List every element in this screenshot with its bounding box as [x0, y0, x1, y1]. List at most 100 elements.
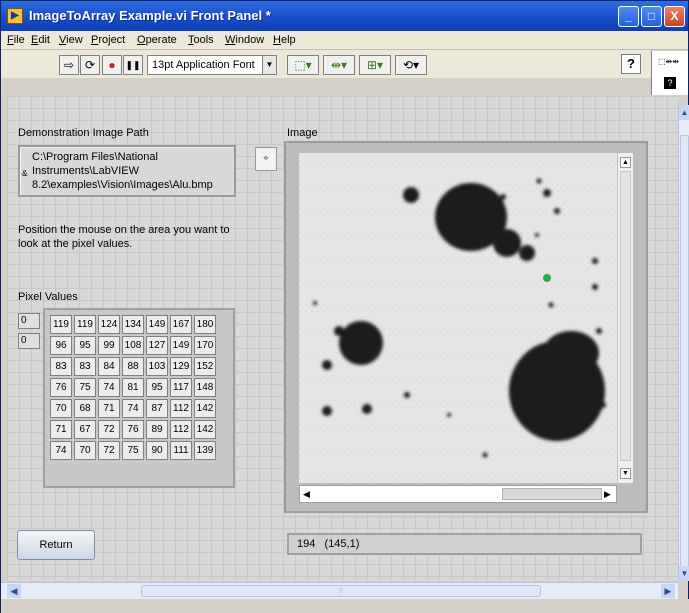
- context-help-icon[interactable]: ?: [621, 54, 641, 74]
- pixel-row: 83 83 84 88 103 129 152: [50, 357, 216, 376]
- particle: [322, 406, 332, 416]
- image-vertical-scrollbar[interactable]: ▲ ▼: [617, 153, 633, 483]
- particle: [554, 208, 560, 214]
- pixel-cell: 124: [98, 315, 120, 334]
- distribute-objects-icon[interactable]: ⇹▾: [323, 55, 355, 75]
- labview-vi-icon: ▶: [7, 8, 23, 24]
- chevron-right-icon[interactable]: ▶: [661, 584, 675, 598]
- instructions-text: Position the mouse on the area you want …: [18, 224, 230, 250]
- pixel-cell: 84: [98, 357, 120, 376]
- pixel-cell: 142: [194, 420, 216, 439]
- pixel-cell: 111: [170, 441, 192, 460]
- menu-help[interactable]: Help: [273, 34, 296, 46]
- particle-image: [299, 153, 617, 483]
- menu-window[interactable]: Window: [225, 34, 264, 46]
- connector-pane-icon: ⬚⇹⇹: [658, 57, 679, 66]
- menu-tools[interactable]: Tools: [188, 34, 214, 46]
- row-index-control[interactable]: 0: [18, 313, 40, 329]
- pixel-cell: 68: [74, 399, 96, 418]
- browse-button[interactable]: ⌖: [255, 147, 277, 171]
- status-bar: [1, 599, 689, 613]
- pixel-cell: 83: [50, 357, 72, 376]
- scroll-thumb[interactable]: ⦙⦙: [141, 585, 541, 597]
- path-type-indicator: &: [22, 169, 28, 178]
- pixel-cell: 81: [122, 378, 144, 397]
- pixel-cell: 87: [146, 399, 168, 418]
- menu-project[interactable]: Project: [91, 34, 125, 46]
- pixel-cell: 129: [170, 357, 192, 376]
- scroll-right-icon[interactable]: ▶: [604, 489, 611, 500]
- pixel-cell: 71: [98, 399, 120, 418]
- pixel-cell: 96: [50, 336, 72, 355]
- pixel-cell: 148: [194, 378, 216, 397]
- particle: [596, 328, 602, 334]
- particle: [543, 189, 551, 197]
- minimize-button[interactable]: _: [618, 6, 639, 27]
- row-index-value: 0: [21, 315, 27, 326]
- column-index-control[interactable]: 0: [18, 333, 40, 349]
- pixel-row: 96 95 99 108 127 149 170: [50, 336, 216, 355]
- run-continuously-icon[interactable]: ⟳: [80, 55, 100, 75]
- window-vertical-scrollbar[interactable]: ▲ ▼: [678, 105, 689, 581]
- image-horizontal-scrollbar[interactable]: ◀ ▶: [299, 485, 617, 503]
- reorder-icon[interactable]: ⟲▾: [395, 55, 427, 75]
- pixel-cell: 170: [194, 336, 216, 355]
- return-button[interactable]: Return: [17, 530, 95, 560]
- connector-pane[interactable]: ⬚⇹⇹ ?: [651, 51, 688, 95]
- pixel-cell: 117: [170, 378, 192, 397]
- run-icon[interactable]: ⇨: [59, 55, 79, 75]
- pixel-row: 71 67 72 76 89 112 142: [50, 420, 216, 439]
- image-display[interactable]: [299, 153, 617, 483]
- align-objects-icon[interactable]: ⬚▾: [287, 55, 319, 75]
- pixel-cell: 74: [122, 399, 144, 418]
- font-select[interactable]: 13pt Application Font ▼: [147, 55, 277, 75]
- column-index-value: 0: [21, 335, 27, 346]
- particle: [362, 404, 372, 414]
- chevron-left-icon[interactable]: ◀: [7, 584, 21, 598]
- maximize-button[interactable]: □: [641, 6, 662, 27]
- particle: [535, 233, 539, 237]
- menu-view[interactable]: View: [59, 34, 83, 46]
- pixel-cell: 99: [98, 336, 120, 355]
- pixel-cell: 72: [98, 441, 120, 460]
- pixel-values-label: Pixel Values: [18, 291, 78, 303]
- pixel-cell: 67: [74, 420, 96, 439]
- pixel-values-array: 119 119 124 134 149 167 180 96 95 99 108 127 149 170 8…: [43, 308, 235, 488]
- image-path-control[interactable]: & C:\Program Files\National Instruments\…: [18, 145, 236, 197]
- particle: [600, 402, 606, 408]
- scroll-thumb[interactable]: [680, 135, 689, 575]
- window-horizontal-scrollbar[interactable]: ◀ ⦙⦙ ▶: [1, 582, 678, 599]
- pixel-cell: 76: [50, 378, 72, 397]
- scroll-left-icon[interactable]: ◀: [303, 489, 310, 500]
- pixel-cell: 74: [50, 441, 72, 460]
- scroll-down-icon[interactable]: ▼: [620, 468, 631, 479]
- pixel-cell: 88: [122, 357, 144, 376]
- particle: [313, 301, 317, 305]
- pixel-value-readout: 194: [297, 538, 316, 550]
- pause-icon[interactable]: ❚❚: [123, 55, 143, 75]
- menu-file[interactable]: File: [7, 34, 25, 46]
- pixel-cell: 167: [170, 315, 192, 334]
- image-label: Image: [287, 127, 318, 139]
- pixel-cell: 70: [74, 441, 96, 460]
- pixel-cell: 152: [194, 357, 216, 376]
- front-panel-window: ▶ ImageToArray Example.vi Front Panel * …: [0, 0, 689, 613]
- resize-objects-icon[interactable]: ⊞▾: [359, 55, 391, 75]
- chevron-up-icon[interactable]: ▲: [679, 105, 689, 120]
- pixel-cell: 95: [74, 336, 96, 355]
- particle: [592, 258, 598, 264]
- chevron-down-icon[interactable]: ▼: [679, 566, 689, 581]
- pixel-values-table: 119 119 124 134 149 167 180 96 95 99 108 127 149 170 8…: [48, 313, 218, 462]
- vi-icon: ?: [664, 77, 676, 89]
- close-button[interactable]: X: [664, 6, 685, 27]
- pixel-cell: 74: [98, 378, 120, 397]
- pixel-cell: 142: [194, 399, 216, 418]
- scroll-up-icon[interactable]: ▲: [620, 157, 631, 168]
- menu-operate[interactable]: Operate: [137, 34, 177, 46]
- menu-edit[interactable]: Edit: [31, 34, 50, 46]
- abort-icon[interactable]: ●: [102, 55, 122, 75]
- window-title: ImageToArray Example.vi Front Panel *: [29, 8, 271, 23]
- scroll-thumb[interactable]: [502, 488, 602, 500]
- scroll-thumb[interactable]: [620, 171, 631, 461]
- particle: [592, 284, 598, 290]
